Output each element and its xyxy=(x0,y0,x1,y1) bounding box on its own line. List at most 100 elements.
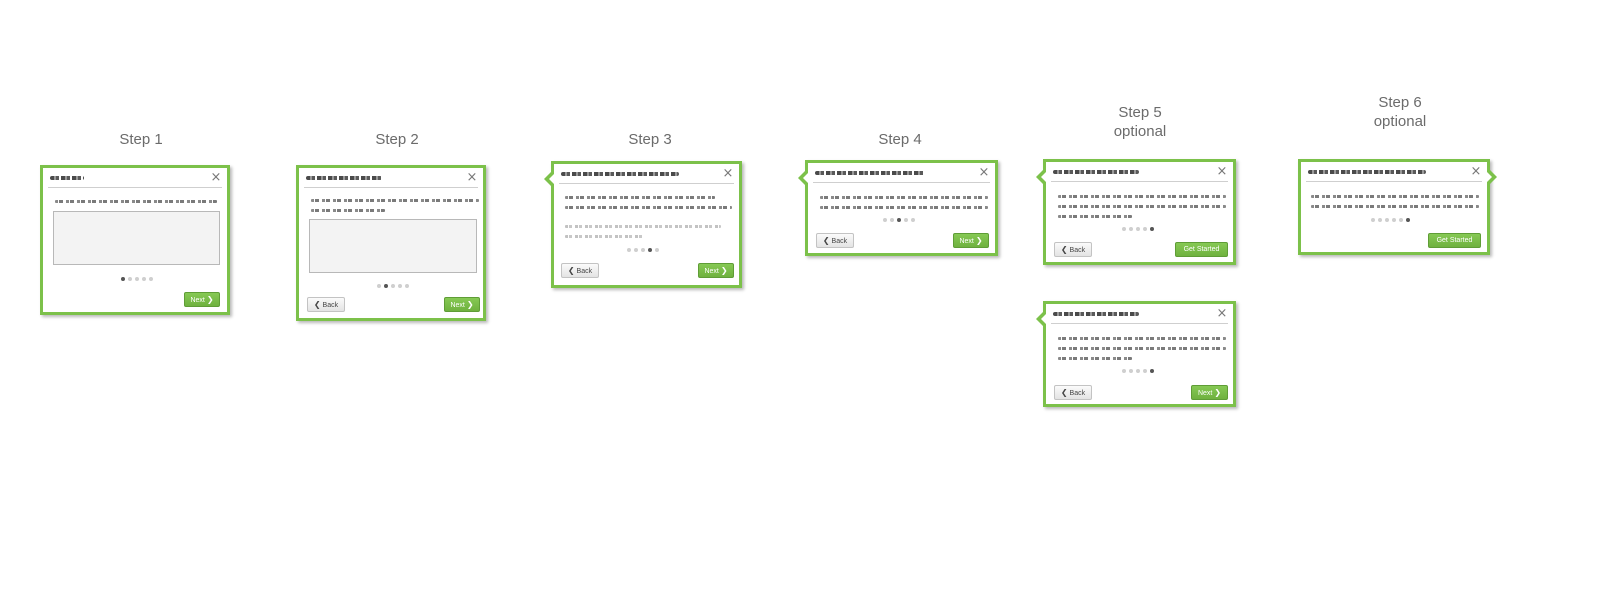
step-1-card: × Next ❯ xyxy=(40,165,230,315)
card-header: × xyxy=(1051,164,1228,182)
step-5-card: × ❮ Back Get Started xyxy=(1036,159,1236,265)
pagination-dots xyxy=(121,277,153,282)
media-placeholder xyxy=(53,211,220,265)
pagination-dot[interactable] xyxy=(1150,369,1154,373)
pagination-dot[interactable] xyxy=(883,218,887,222)
pagination-dot[interactable] xyxy=(384,284,388,288)
next-button[interactable]: Next ❯ xyxy=(1191,385,1228,400)
pagination-dot[interactable] xyxy=(1122,369,1126,373)
next-button[interactable]: Next ❯ xyxy=(184,292,220,307)
back-label: Back xyxy=(1069,390,1086,397)
chevron-left-icon: ❮ xyxy=(313,300,321,309)
pagination-dot[interactable] xyxy=(634,248,638,252)
back-button[interactable]: ❮ Back xyxy=(816,233,854,248)
pagination-dot[interactable] xyxy=(655,248,659,252)
pagination-dot[interactable] xyxy=(405,284,409,288)
card-title xyxy=(1053,312,1139,316)
pagination-dot[interactable] xyxy=(911,218,915,222)
pagination-dot[interactable] xyxy=(391,284,395,288)
pagination-dot[interactable] xyxy=(1378,218,1382,222)
pagination-dot[interactable] xyxy=(627,248,631,252)
close-icon[interactable]: × xyxy=(210,170,222,186)
pagination-dot[interactable] xyxy=(398,284,402,288)
pagination-dot[interactable] xyxy=(897,218,901,222)
pagination-dot[interactable] xyxy=(641,248,645,252)
card-header: × xyxy=(304,170,478,188)
body-text xyxy=(55,200,217,203)
card-title xyxy=(306,176,382,180)
card-title xyxy=(1053,170,1139,174)
back-button[interactable]: ❮ Back xyxy=(561,263,599,278)
body-text xyxy=(1058,215,1132,218)
chevron-right-icon: ❯ xyxy=(720,266,728,275)
pagination-dot[interactable] xyxy=(1399,218,1403,222)
body-text xyxy=(1058,205,1226,208)
media-placeholder xyxy=(309,219,477,273)
back-label: Back xyxy=(322,302,339,309)
next-button[interactable]: Next ❯ xyxy=(444,297,480,312)
step-1-label: Step 1 xyxy=(119,131,163,148)
pagination-dot[interactable] xyxy=(121,277,125,281)
step-5-sublabel: optional xyxy=(1113,123,1167,140)
card-title xyxy=(815,171,925,175)
pagination-dot[interactable] xyxy=(1143,227,1147,231)
get-started-button[interactable]: Get Started xyxy=(1428,233,1481,248)
body-text xyxy=(1311,195,1479,198)
pagination-dot[interactable] xyxy=(1406,218,1410,222)
body-text xyxy=(1058,337,1226,340)
pagination-dot[interactable] xyxy=(1150,227,1154,231)
step-4-label: Step 4 xyxy=(878,131,922,148)
pagination-dots xyxy=(627,248,659,253)
body-text-secondary xyxy=(565,225,721,228)
pagination-dot[interactable] xyxy=(1371,218,1375,222)
pagination-dots xyxy=(1371,218,1410,223)
step-2-label: Step 2 xyxy=(375,131,419,148)
pagination-dot[interactable] xyxy=(904,218,908,222)
card-header: × xyxy=(1051,306,1228,324)
next-button[interactable]: Next ❯ xyxy=(698,263,734,278)
close-icon[interactable]: × xyxy=(978,165,990,181)
body-text xyxy=(1311,205,1479,208)
get-started-label: Get Started xyxy=(1183,246,1220,253)
step-3-card: × ❮ Back Next ❯ xyxy=(544,161,742,288)
pagination-dot[interactable] xyxy=(1129,227,1133,231)
pagination-dot[interactable] xyxy=(1392,218,1396,222)
close-icon[interactable]: × xyxy=(1216,306,1228,322)
pagination-dot[interactable] xyxy=(142,277,146,281)
step-4-card: × ❮ Back Next ❯ xyxy=(798,160,998,256)
pagination-dot[interactable] xyxy=(890,218,894,222)
next-label: Next xyxy=(704,268,719,275)
get-started-button[interactable]: Get Started xyxy=(1175,242,1228,257)
pagination-dot[interactable] xyxy=(128,277,132,281)
body-text xyxy=(565,196,715,199)
pagination-dot[interactable] xyxy=(648,248,652,252)
card-header: × xyxy=(813,165,990,183)
step-6-sublabel: optional xyxy=(1373,113,1427,130)
card-title xyxy=(50,176,84,180)
pagination-dots xyxy=(1122,227,1154,232)
pagination-dot[interactable] xyxy=(1122,227,1126,231)
card-title xyxy=(1308,170,1426,174)
back-button[interactable]: ❮ Back xyxy=(1054,385,1092,400)
back-button[interactable]: ❮ Back xyxy=(307,297,345,312)
next-button[interactable]: Next ❯ xyxy=(953,233,989,248)
back-label: Back xyxy=(1069,247,1086,254)
pagination-dot[interactable] xyxy=(1385,218,1389,222)
close-icon[interactable]: × xyxy=(1216,164,1228,180)
close-icon[interactable]: × xyxy=(722,166,734,182)
pagination-dot[interactable] xyxy=(1143,369,1147,373)
pagination-dots xyxy=(883,218,915,223)
pagination-dot[interactable] xyxy=(1136,227,1140,231)
pagination-dot[interactable] xyxy=(377,284,381,288)
step-5-alt-card: × ❮ Back Next ❯ xyxy=(1036,301,1236,407)
pagination-dot[interactable] xyxy=(1129,369,1133,373)
body-text xyxy=(820,206,988,209)
close-icon[interactable]: × xyxy=(466,170,478,186)
close-icon[interactable]: × xyxy=(1470,164,1482,180)
pagination-dot[interactable] xyxy=(149,277,153,281)
chevron-left-icon: ❮ xyxy=(822,236,830,245)
pagination-dot[interactable] xyxy=(135,277,139,281)
pagination-dot[interactable] xyxy=(1136,369,1140,373)
back-button[interactable]: ❮ Back xyxy=(1054,242,1092,257)
body-text xyxy=(1058,347,1226,350)
